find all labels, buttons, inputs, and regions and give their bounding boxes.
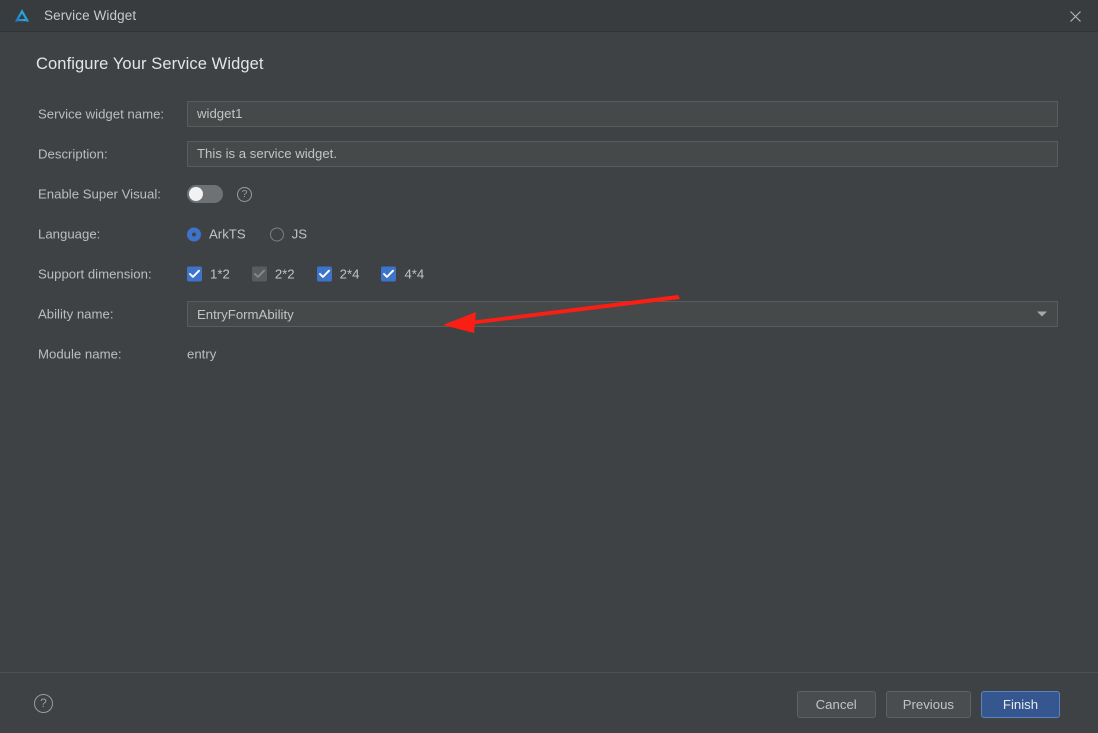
window-title: Service Widget xyxy=(44,8,137,23)
row-support-dimension: Support dimension: 1*2 2*2 2*4 4*4 xyxy=(0,254,1098,294)
language-radio-group: ArkTS JS xyxy=(187,227,331,242)
dialog-footer: ? Cancel Previous Finish xyxy=(0,672,1098,733)
support-dimension-checkbox-group: 1*2 2*2 2*4 4*4 xyxy=(187,266,446,282)
service-widget-name-input[interactable]: widget1 xyxy=(187,101,1058,127)
row-enable-super-visual: Enable Super Visual: ? xyxy=(0,174,1098,214)
help-icon[interactable]: ? xyxy=(34,694,53,713)
ability-name-value: EntryFormAbility xyxy=(197,306,294,322)
super-visual-help-icon[interactable]: ? xyxy=(237,186,252,202)
label-module-name: Module name: xyxy=(38,346,122,362)
row-ability-name: Ability name: EntryFormAbility xyxy=(0,294,1098,334)
label-description: Description: xyxy=(38,146,108,162)
checkbox-label-1x2: 1*2 xyxy=(210,266,230,282)
checkmark-icon xyxy=(381,266,397,282)
label-ability-name: Ability name: xyxy=(38,306,114,322)
module-name-value: entry xyxy=(187,346,217,362)
footer-button-group: Cancel Previous Finish xyxy=(796,691,1060,718)
checkbox-dimension-4x4[interactable]: 4*4 xyxy=(381,266,425,282)
checkbox-dimension-2x2: 2*2 xyxy=(251,266,295,282)
checkmark-icon xyxy=(187,266,202,282)
radio-mark-icon xyxy=(269,227,284,241)
toggle-knob xyxy=(189,187,203,201)
checkbox-label-2x2: 2*2 xyxy=(274,266,295,282)
checkbox-dimension-2x4[interactable]: 2*4 xyxy=(316,266,360,282)
checkmark-icon xyxy=(316,266,332,282)
label-support-dimension: Support dimension: xyxy=(38,266,152,282)
close-icon[interactable] xyxy=(1052,0,1098,32)
checkbox-label-4x4: 4*4 xyxy=(404,266,425,282)
deveco-logo-icon xyxy=(14,8,30,22)
cancel-button[interactable]: Cancel xyxy=(796,691,876,718)
description-input[interactable]: This is a service widget. xyxy=(187,141,1058,167)
page-title: Configure Your Service Widget xyxy=(36,55,264,73)
radio-label-js: JS xyxy=(291,226,308,242)
radio-language-arkts[interactable]: ArkTS xyxy=(187,227,246,242)
previous-button[interactable]: Previous xyxy=(885,691,971,718)
radio-mark-icon xyxy=(187,227,201,241)
window-titlebar: Service Widget xyxy=(0,0,1098,32)
radio-language-js[interactable]: JS xyxy=(269,226,308,242)
row-module-name: Module name: entry xyxy=(0,334,1098,374)
configuration-form: Service widget name: widget1 Description… xyxy=(0,94,1098,374)
radio-label-arkts: ArkTS xyxy=(209,226,246,242)
checkbox-dimension-1x2[interactable]: 1*2 xyxy=(187,266,230,282)
label-enable-super-visual: Enable Super Visual: xyxy=(38,186,161,202)
row-service-widget-name: Service widget name: widget1 xyxy=(0,94,1098,134)
label-language: Language: xyxy=(38,226,101,242)
checkbox-label-2x4: 2*4 xyxy=(339,266,360,282)
row-description: Description: This is a service widget. xyxy=(0,134,1098,174)
enable-super-visual-toggle[interactable] xyxy=(187,185,223,203)
ability-name-dropdown[interactable]: EntryFormAbility xyxy=(187,301,1058,327)
chevron-down-icon xyxy=(1037,311,1047,317)
finish-button[interactable]: Finish xyxy=(981,691,1060,718)
dialog-content: Configure Your Service Widget Service wi… xyxy=(0,32,1098,672)
row-language: Language: ArkTS JS xyxy=(0,214,1098,254)
label-service-widget-name: Service widget name: xyxy=(38,106,165,122)
checkmark-icon xyxy=(251,266,267,282)
